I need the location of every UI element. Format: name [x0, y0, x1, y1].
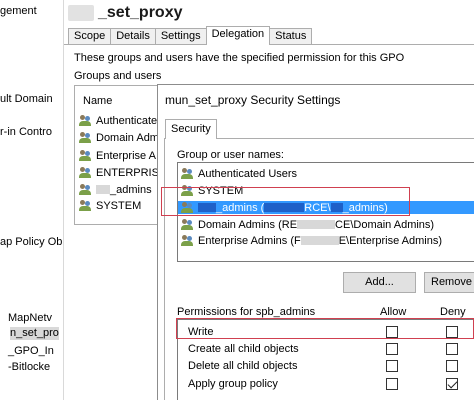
user-group-icon [79, 131, 93, 144]
security-settings-dialog: mun_set_proxy Security Settings Security… [157, 84, 474, 400]
tab-settings[interactable]: Settings [154, 28, 207, 45]
deny-checkbox[interactable] [446, 360, 458, 372]
list-item[interactable]: Enterprise Admins (F E\Enterprise Admins) [181, 234, 474, 247]
tab-scope[interactable]: Scope [68, 28, 112, 45]
redacted-text [96, 185, 110, 194]
permission-name: Create all child objects [188, 343, 299, 355]
redacted-text [297, 220, 336, 229]
column-header-name[interactable]: Name [83, 95, 112, 107]
console-tree: gement ult Domain r-in Contro ap Policy … [0, 0, 64, 400]
user-group-icon [79, 166, 93, 179]
permission-name: Delete all child objects [188, 360, 298, 372]
list-item[interactable]: SYSTEM [181, 184, 474, 197]
tree-item[interactable]: gement [0, 5, 37, 18]
dialog-title: mun_set_proxy Security Settings [165, 93, 341, 107]
group-names-list[interactable]: Authenticated Users SYSTEM _admins (RCE\… [177, 162, 474, 262]
tree-item[interactable]: r-in Contro [0, 126, 52, 139]
list-item[interactable]: Domain Admin [79, 131, 168, 144]
tab-delegation[interactable]: Delegation [205, 26, 271, 45]
tree-item[interactable]: -Bitlocke [8, 361, 50, 374]
user-group-icon [79, 183, 93, 196]
permission-name: Apply group policy [188, 378, 278, 390]
group-names-label: Group or user names: [177, 149, 284, 161]
add-button[interactable]: Add... [343, 272, 416, 293]
deny-checkbox[interactable] [446, 326, 458, 338]
allow-checkbox[interactable] [386, 326, 398, 338]
allow-column-header: Allow [380, 306, 407, 318]
list-item[interactable]: Enterprise A [79, 149, 156, 162]
tree-item[interactable]: MapNetv [8, 312, 52, 325]
user-group-icon [79, 149, 93, 162]
allow-checkbox[interactable] [386, 378, 398, 390]
deny-column-header: Deny [440, 306, 466, 318]
tree-item[interactable]: _GPO_In [8, 345, 54, 358]
list-item[interactable]: ENTERPRIS [79, 166, 159, 179]
user-group-icon [181, 234, 195, 247]
user-group-icon [79, 114, 93, 127]
permissions-list[interactable]: Write Create all child objects Delete al… [177, 319, 474, 400]
remove-button[interactable]: Remove [424, 272, 474, 293]
user-group-icon [181, 184, 195, 197]
tab-status[interactable]: Status [269, 28, 313, 45]
permission-row: Apply group policy [178, 376, 474, 392]
list-item[interactable]: Domain Admins (RE CE\Domain Admins) [181, 218, 474, 231]
user-group-icon [79, 199, 93, 212]
deny-checkbox[interactable] [446, 343, 458, 355]
tree-item[interactable]: ult Domain [0, 93, 53, 106]
deny-checkbox[interactable] [446, 378, 458, 390]
redacted-text [300, 236, 339, 245]
list-item[interactable]: SYSTEM [79, 199, 141, 212]
delegation-description: These groups and users have the specifie… [74, 52, 405, 64]
redacted-text [198, 203, 216, 212]
permissions-label: Permissions for spb_admins [177, 306, 316, 318]
list-item[interactable]: Authenticate [79, 114, 157, 127]
groups-label: Groups and users [74, 70, 162, 82]
list-item-selected[interactable]: _admins (RCE\ _admins) [178, 201, 474, 214]
permission-row: Write [178, 324, 474, 340]
tree-item[interactable]: ap Policy Ob [0, 236, 62, 249]
tree-item-selected[interactable]: n_set_pro [10, 327, 59, 340]
user-group-icon [181, 167, 195, 180]
list-item[interactable]: Authenticated Users [181, 167, 474, 180]
permission-row: Delete all child objects [178, 358, 474, 374]
redacted-text [330, 203, 343, 212]
gpo-header: _set_proxy [64, 0, 474, 27]
user-group-icon [181, 218, 195, 231]
gpo-tabs: Scope Details Settings Delegation Status [68, 26, 313, 45]
list-item[interactable]: _admins [79, 183, 152, 196]
tab-details[interactable]: Details [110, 28, 156, 45]
allow-checkbox[interactable] [386, 343, 398, 355]
tab-security[interactable]: Security [165, 119, 217, 139]
redacted-text [264, 203, 305, 212]
permission-row: Create all child objects [178, 341, 474, 357]
permission-name: Write [188, 326, 214, 338]
redacted-prefix [68, 5, 94, 21]
gpo-title: _set_proxy [98, 4, 183, 21]
user-group-icon [181, 201, 195, 214]
allow-checkbox[interactable] [386, 360, 398, 372]
